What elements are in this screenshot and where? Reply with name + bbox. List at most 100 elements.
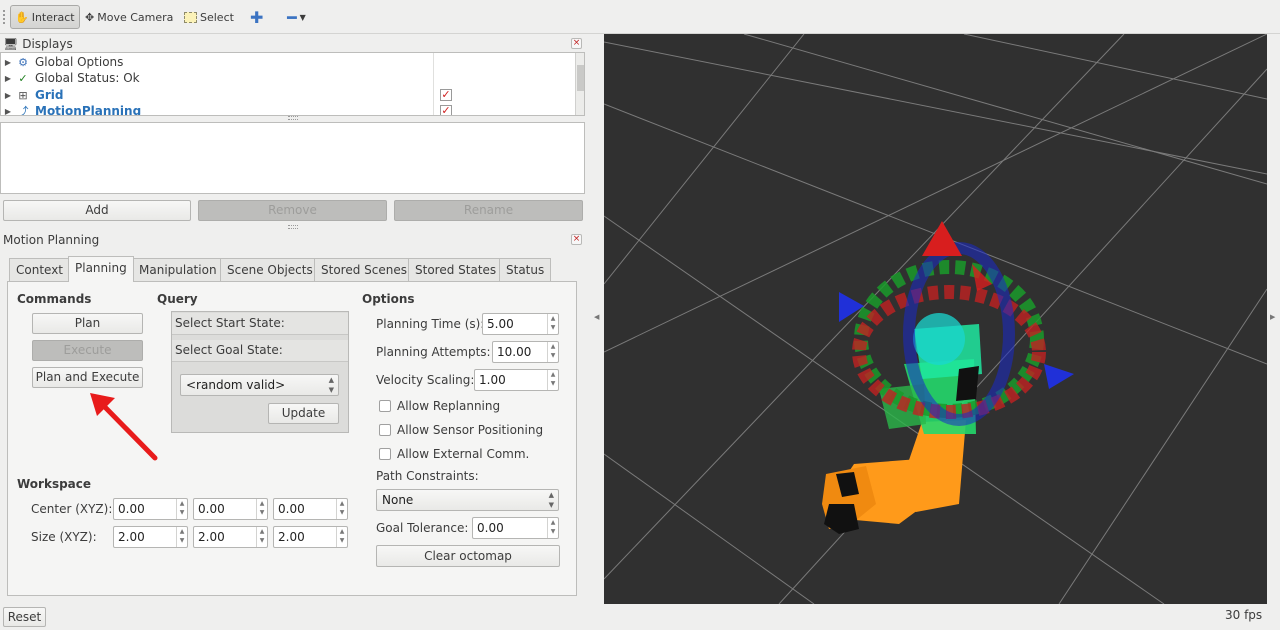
combo-arrows-icon: ▲ ▼	[548, 491, 554, 509]
reset-button[interactable]: Reset	[3, 607, 46, 627]
center-x-spinbox[interactable]: 0.00 ▲ ▼	[113, 498, 188, 520]
select-start-state[interactable]: Select Start State:	[172, 313, 348, 335]
remove-tool-button[interactable]: ━ ▼	[283, 5, 310, 29]
tab-stored-scenes[interactable]: Stored Scenes	[314, 258, 414, 282]
display-description-box	[0, 122, 585, 194]
size-y-value: 2.00	[198, 530, 225, 544]
workspace-header: Workspace	[17, 477, 92, 491]
spin-arrows-icon[interactable]: ▲ ▼	[336, 527, 347, 547]
displays-scrollbar[interactable]	[575, 53, 584, 115]
tree-item-global-options[interactable]: ▶ ⚙ Global Options	[1, 54, 433, 70]
allow-sensor-positioning-label: Allow Sensor Positioning	[397, 423, 544, 437]
planning-time-spinbox[interactable]: 5.00 ▲ ▼	[482, 313, 559, 335]
spin-arrows-icon[interactable]: ▲ ▼	[547, 518, 558, 538]
tab-planning[interactable]: Planning	[68, 256, 134, 282]
expand-icon[interactable]: ▶	[1, 91, 15, 100]
tree-item-motionplanning[interactable]: ▶ ⤴ MotionPlanning	[1, 103, 433, 116]
motionplanning-enabled-checkbox[interactable]: ✓	[440, 105, 452, 115]
chevron-down-icon[interactable]: ▼	[300, 13, 306, 22]
center-x-value: 0.00	[118, 502, 145, 516]
center-y-spinbox[interactable]: 0.00 ▲ ▼	[193, 498, 268, 520]
path-constraints-label: Path Constraints:	[376, 469, 479, 483]
size-z-value: 2.00	[278, 530, 305, 544]
toolbar-grip[interactable]	[3, 10, 7, 24]
size-x-value: 2.00	[118, 530, 145, 544]
render-viewport[interactable]	[604, 34, 1267, 604]
query-header: Query	[157, 292, 198, 306]
add-display-button[interactable]: Add	[3, 200, 191, 221]
main-toolbar: ✋ Interact ✥ Move Camera Select ✚ ━ ▼	[0, 0, 1280, 34]
expand-icon[interactable]: ▶	[1, 74, 15, 83]
goal-state-value: <random valid>	[186, 378, 286, 392]
velocity-scaling-spinbox[interactable]: 1.00 ▲ ▼	[474, 369, 559, 391]
plan-and-execute-button[interactable]: Plan and Execute	[32, 367, 143, 388]
center-z-spinbox[interactable]: 0.00 ▲ ▼	[273, 498, 348, 520]
planning-attempts-spinbox[interactable]: 10.00 ▲ ▼	[492, 341, 559, 363]
plan-button[interactable]: Plan	[32, 313, 143, 334]
spin-arrows-icon[interactable]: ▲ ▼	[547, 370, 558, 390]
size-z-spinbox[interactable]: 2.00 ▲ ▼	[273, 526, 348, 548]
tab-stored-states[interactable]: Stored States	[408, 258, 504, 282]
allow-replanning-checkbox[interactable]	[379, 400, 391, 412]
motion-planning-title: Motion Planning	[3, 232, 100, 247]
move-camera-label: Move Camera	[97, 10, 174, 24]
velocity-scaling-label: Velocity Scaling:	[376, 373, 475, 387]
minus-icon: ━	[287, 7, 297, 27]
remove-display-button[interactable]: Remove	[198, 200, 387, 221]
splitter-handle[interactable]	[288, 116, 298, 120]
tree-item-label: Global Options	[35, 55, 124, 69]
allow-external-comm-label: Allow External Comm.	[397, 447, 530, 461]
collapse-right-icon[interactable]: ▶	[1270, 313, 1275, 321]
move-camera-icon: ✥	[85, 10, 95, 24]
tab-scene-objects[interactable]: Scene Objects	[220, 258, 320, 282]
size-xyz-label: Size (XYZ):	[31, 530, 97, 544]
path-constraints-value: None	[382, 493, 414, 507]
rename-display-button[interactable]: Rename	[394, 200, 583, 221]
goal-state-select[interactable]: <random valid> ▲ ▼	[180, 374, 339, 396]
velocity-scaling-value: 1.00	[479, 373, 506, 387]
update-button[interactable]: Update	[268, 403, 339, 424]
spin-arrows-icon[interactable]: ▲ ▼	[547, 314, 558, 334]
plus-icon: ✚	[250, 7, 264, 27]
path-constraints-select[interactable]: None ▲ ▼	[376, 489, 559, 511]
commands-header: Commands	[17, 292, 92, 306]
size-x-spinbox[interactable]: 2.00 ▲ ▼	[113, 526, 188, 548]
scene-render	[604, 34, 1267, 604]
select-goal-state[interactable]: Select Goal State:	[172, 340, 348, 362]
tree-item-global-status[interactable]: ▶ ✓ Global Status: Ok	[1, 70, 433, 86]
tree-item-grid[interactable]: ▶ ⊞ Grid	[1, 87, 433, 103]
move-camera-tool-button[interactable]: ✥ Move Camera	[81, 5, 177, 29]
planning-attempts-value: 10.00	[497, 345, 532, 359]
center-z-value: 0.00	[278, 502, 305, 516]
allow-external-comm-checkbox[interactable]	[379, 448, 391, 460]
displays-close-icon[interactable]: ×	[571, 38, 582, 49]
add-tool-button[interactable]: ✚	[246, 5, 267, 29]
spin-arrows-icon[interactable]: ▲ ▼	[256, 499, 267, 519]
planning-time-label: Planning Time (s):	[376, 317, 485, 331]
size-y-spinbox[interactable]: 2.00 ▲ ▼	[193, 526, 268, 548]
interact-label: Interact	[31, 10, 75, 24]
goal-tolerance-spinbox[interactable]: 0.00 ▲ ▼	[472, 517, 559, 539]
options-header: Options	[362, 292, 415, 306]
select-icon	[184, 11, 197, 23]
select-tool-button[interactable]: Select	[180, 5, 238, 29]
motion-planning-close-icon[interactable]: ×	[571, 234, 582, 245]
expand-icon[interactable]: ▶	[1, 107, 15, 116]
spin-arrows-icon[interactable]: ▲ ▼	[547, 342, 558, 362]
execute-button[interactable]: Execute	[32, 340, 143, 361]
tab-manipulation[interactable]: Manipulation	[132, 258, 224, 282]
spin-arrows-icon[interactable]: ▲ ▼	[256, 527, 267, 547]
allow-sensor-positioning-checkbox[interactable]	[379, 424, 391, 436]
tab-status[interactable]: Status	[499, 258, 552, 282]
expand-icon[interactable]: ▶	[1, 58, 15, 67]
tab-context[interactable]: Context	[9, 258, 71, 282]
interact-tool-button[interactable]: ✋ Interact	[10, 5, 80, 29]
collapse-left-icon[interactable]: ◀	[594, 313, 599, 321]
grid-enabled-checkbox[interactable]: ✓	[440, 89, 452, 101]
clear-octomap-button[interactable]: Clear octomap	[376, 545, 560, 567]
splitter-handle[interactable]	[288, 225, 298, 229]
spin-arrows-icon[interactable]: ▲ ▼	[176, 527, 187, 547]
spin-arrows-icon[interactable]: ▲ ▼	[176, 499, 187, 519]
tree-item-label: Global Status: Ok	[35, 71, 140, 85]
spin-arrows-icon[interactable]: ▲ ▼	[336, 499, 347, 519]
